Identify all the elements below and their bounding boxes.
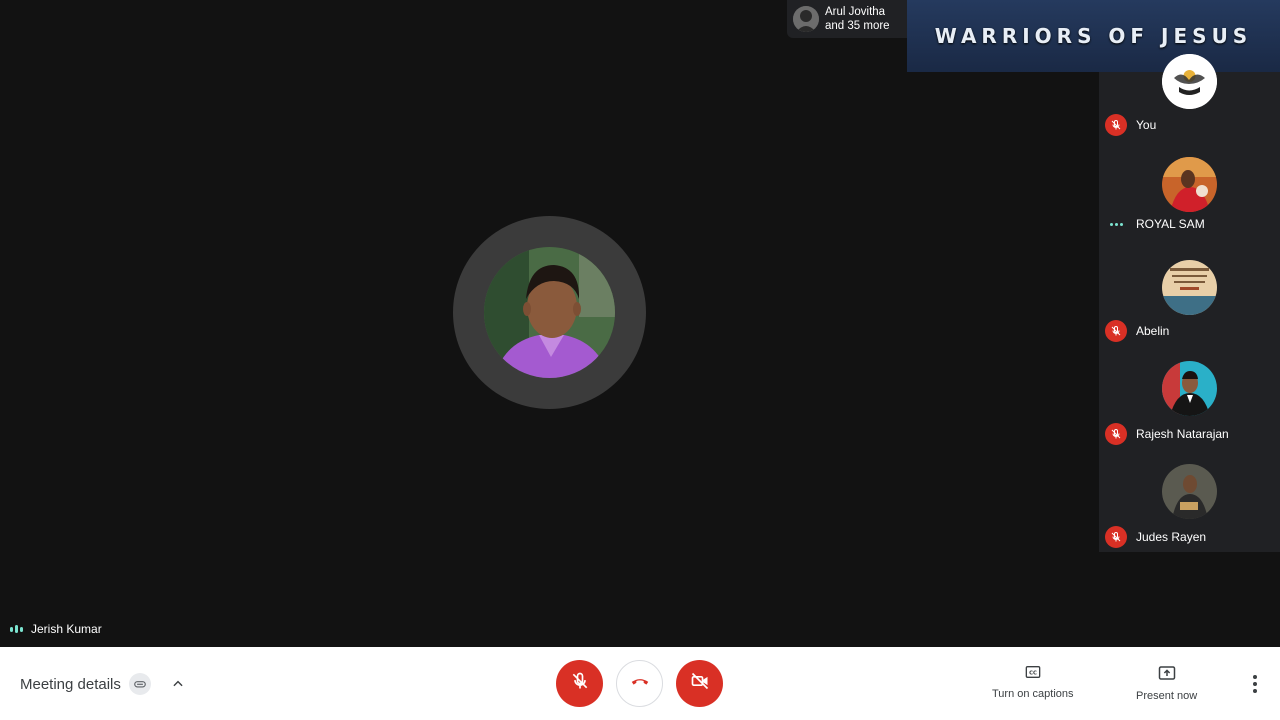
participant-name-row: Rajesh Natarajan (1105, 423, 1229, 445)
mic-off-icon (1105, 114, 1127, 136)
participant-name: ROYAL SAM (1136, 217, 1205, 231)
participant-name: You (1136, 118, 1157, 132)
present-now-button[interactable]: Present now (1136, 665, 1197, 702)
participant-avatar (1162, 54, 1217, 109)
participant-name: Abelin (1136, 324, 1170, 338)
participant-name-row: Judes Rayen (1105, 526, 1206, 548)
participant-tile-judes-rayen[interactable]: Judes Rayen (1099, 464, 1280, 587)
bottom-toolbar: Meeting details CC Turn on captions Pres… (0, 647, 1280, 720)
leave-call-button[interactable] (616, 660, 663, 707)
present-icon (1158, 665, 1176, 684)
participant-name-row: ROYAL SAM (1105, 217, 1205, 231)
speaker-name-label: Jerish Kumar (10, 622, 102, 636)
hang-up-icon (629, 670, 651, 697)
participant-avatar (1162, 361, 1217, 416)
banner-text: WARRIORS OF JESUS (934, 24, 1253, 48)
participant-name-row: Abelin (1105, 320, 1169, 342)
more-options-icon[interactable] (1244, 673, 1266, 695)
present-label: Present now (1136, 690, 1198, 702)
meeting-details-button[interactable]: Meeting details (20, 673, 189, 695)
speaking-indicator-icon (1105, 222, 1127, 226)
participant-name: Judes Rayen (1136, 530, 1207, 544)
participants-panel: You ROYAL SAM Abelin Rajesh Natarajan Ju… (1099, 54, 1280, 552)
attachment-icon[interactable] (128, 673, 151, 695)
speaker-avatar (484, 247, 615, 378)
camera-toggle-button[interactable] (676, 660, 723, 707)
captions-label: Turn on captions (992, 688, 1074, 700)
camera-off-icon (690, 671, 710, 696)
participant-avatar (1162, 260, 1217, 315)
chevron-up-icon[interactable] (167, 673, 189, 695)
mic-off-icon (1105, 423, 1127, 445)
mic-off-icon (570, 671, 590, 696)
mic-off-icon (1105, 320, 1127, 342)
speaker-name: Jerish Kumar (31, 622, 102, 636)
others-line1: Arul Jovitha (825, 6, 886, 18)
participant-name-row: You (1105, 114, 1156, 136)
participant-avatar (1162, 157, 1217, 212)
others-line2: and 35 more (825, 20, 890, 32)
svg-text:CC: CC (1029, 671, 1037, 677)
meeting-details-label: Meeting details (20, 675, 121, 693)
participant-avatar (1162, 464, 1217, 519)
others-participants-chip[interactable]: Arul Jovitha and 35 more (787, 0, 907, 38)
meeting-banner: WARRIORS OF JESUS (907, 0, 1280, 72)
captions-button[interactable]: CC Turn on captions (992, 665, 1074, 700)
participant-avatar (793, 6, 819, 32)
microphone-toggle-button[interactable] (556, 660, 603, 707)
mic-off-icon (1105, 526, 1127, 548)
participant-name: Rajesh Natarajan (1136, 427, 1229, 441)
main-stage: Jerish Kumar (0, 0, 1280, 647)
captions-icon: CC (1025, 665, 1041, 682)
audio-level-icon (10, 625, 23, 633)
